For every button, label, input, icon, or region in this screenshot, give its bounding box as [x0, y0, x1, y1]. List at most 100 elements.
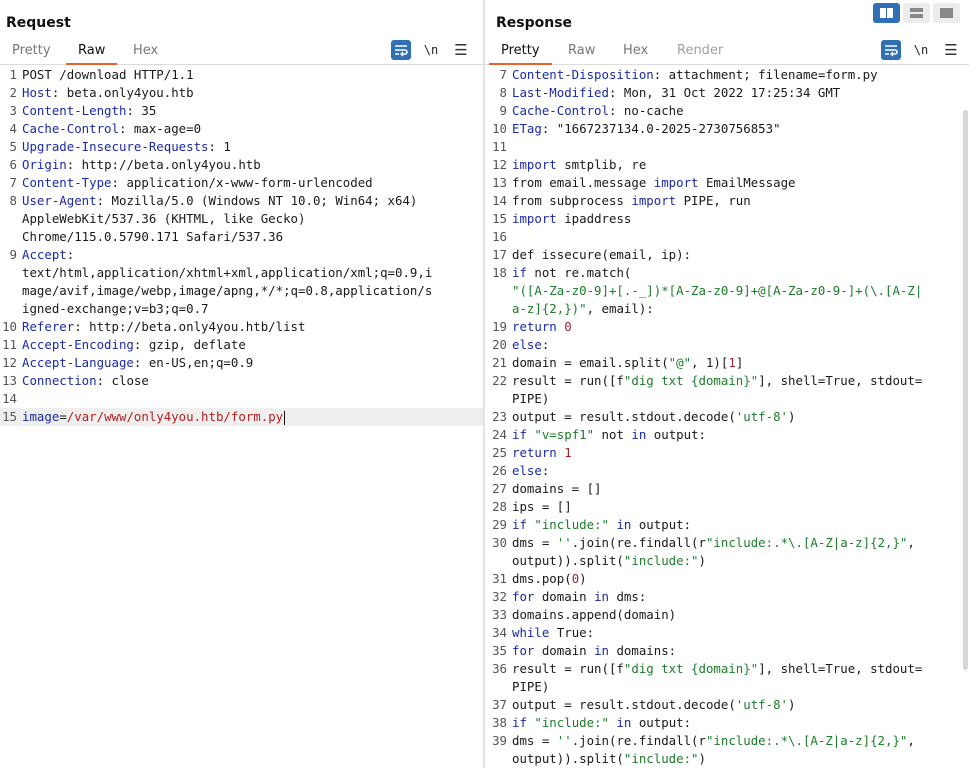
- line-number: 6: [9, 157, 17, 172]
- code-token: ): [698, 751, 706, 766]
- code-line: 14: [0, 390, 483, 408]
- code-token: : gzip, deflate: [133, 337, 246, 352]
- line-text: return 1: [512, 444, 969, 462]
- code-token: "dig txt {domain}": [623, 373, 759, 388]
- line-text: output)).split("include:"): [512, 750, 969, 768]
- line-text: Host: beta.only4you.htb: [22, 84, 483, 102]
- line-number: 37: [492, 697, 507, 712]
- code-token: dms.pop(: [512, 571, 572, 586]
- side-by-side-layout-icon[interactable]: [873, 3, 900, 23]
- line-number: 3: [9, 103, 17, 118]
- line-number: 19: [492, 319, 507, 334]
- code-token: output:: [631, 517, 692, 532]
- line-text: result = run([f"dig txt {domain}"], shel…: [512, 660, 969, 678]
- code-token: Origin: [22, 157, 67, 172]
- code-token: ipaddress: [556, 211, 632, 226]
- code-line: 22 result = run([f"dig txt {domain}"], sh…: [485, 372, 969, 390]
- code-token: not re.match(: [526, 265, 632, 280]
- code-token: :: [541, 337, 550, 352]
- code-line: Chrome/115.0.5790.171 Safari/537.36: [0, 228, 483, 246]
- line-text: import ipaddress: [512, 210, 969, 228]
- code-line: 3 Content-Length: 35: [0, 102, 483, 120]
- code-token: return: [512, 445, 557, 460]
- code-token: Content-Type: [22, 175, 112, 190]
- code-token: igned-exchange;v=b3;q=0.7: [22, 301, 209, 316]
- code-token: : close: [96, 373, 149, 388]
- code-token: domains:: [609, 643, 677, 658]
- line-text: "([A-Za-z0-9]+[.-_])*[A-Za-z0-9]+@[A-Za-…: [512, 282, 969, 300]
- code-line: AppleWebKit/537.36 (KHTML, like Gecko): [0, 210, 483, 228]
- code-line: mage/avif,image/webp,image/apng,*/*;q=0.…: [0, 282, 483, 300]
- code-token: not: [594, 427, 632, 442]
- code-token: "([A-Za-z0-9]+[.-_])*[A-Za-z0-9]+@[A-Za-…: [512, 283, 923, 298]
- line-number: 14: [2, 391, 17, 406]
- newline-toggle-button[interactable]: \n: [912, 40, 930, 60]
- tab-response-pretty[interactable]: Pretty: [489, 44, 552, 65]
- line-number: 39: [492, 733, 507, 748]
- line-number: 32: [492, 589, 507, 604]
- single-pane-layout-icon[interactable]: [933, 3, 960, 23]
- line-text: from subprocess import PIPE, run: [512, 192, 969, 210]
- line-number: 23: [492, 409, 507, 424]
- code-token: in: [594, 589, 609, 604]
- code-token: POST /download HTTP/1.1: [22, 67, 194, 82]
- line-text: a-z]{2,})", email):: [512, 300, 969, 318]
- stacked-layout-icon[interactable]: [903, 3, 930, 23]
- code-line: 16: [485, 228, 969, 246]
- code-token: "include:": [534, 517, 609, 532]
- code-token: ETag: [512, 121, 542, 136]
- code-line: 10 Referer: http://beta.only4you.htb/list: [0, 318, 483, 336]
- response-scrollbar[interactable]: [963, 110, 968, 670]
- code-line: 5 Upgrade-Insecure-Requests: 1: [0, 138, 483, 156]
- line-text: Content-Disposition: attachment; filenam…: [512, 66, 969, 84]
- code-line: 27 domains = []: [485, 480, 969, 498]
- line-number: 1: [9, 67, 17, 82]
- line-text: if "include:" in output:: [512, 714, 969, 732]
- line-number: 35: [492, 643, 507, 658]
- hamburger-menu-icon[interactable]: ☰: [454, 40, 468, 60]
- newline-toggle-button[interactable]: \n: [422, 40, 440, 60]
- line-number: 18: [492, 265, 507, 280]
- line-number: 27: [492, 481, 507, 496]
- code-token: dms =: [512, 733, 557, 748]
- code-token: ): [788, 697, 796, 712]
- line-number: 33: [492, 607, 507, 622]
- line-text: domains.append(domain): [512, 606, 969, 624]
- code-token: : Mon, 31 Oct 2022 17:25:34 GMT: [608, 85, 841, 100]
- wrap-lines-icon[interactable]: [881, 40, 901, 60]
- code-token: Content-Disposition: [512, 67, 654, 82]
- code-token: =: [59, 409, 67, 424]
- code-token: Host: [22, 85, 52, 100]
- line-number: 38: [492, 715, 507, 730]
- line-text: Connection: close: [22, 372, 483, 390]
- code-token: : 1: [208, 139, 231, 154]
- code-token: output)).split(: [512, 751, 624, 766]
- line-number: 30: [492, 535, 507, 550]
- code-line: 6 Origin: http://beta.only4you.htb: [0, 156, 483, 174]
- code-token: if: [512, 265, 527, 280]
- code-token: import: [512, 211, 557, 226]
- code-line: 30 dms = ''.join(re.findall(r"include:.*\…: [485, 534, 969, 552]
- code-line: 33 domains.append(domain): [485, 606, 969, 624]
- wrap-lines-icon[interactable]: [391, 40, 411, 60]
- code-line: output)).split("include:"): [485, 552, 969, 570]
- tab-response-hex[interactable]: Hex: [623, 44, 648, 65]
- code-token: text/html,application/xhtml+xml,applicat…: [22, 265, 433, 280]
- code-token: PIPE): [512, 391, 550, 406]
- code-token: "@": [668, 355, 692, 370]
- line-number: 11: [2, 337, 17, 352]
- tab-response-render[interactable]: Render: [677, 44, 723, 65]
- code-token: PIPE): [512, 679, 550, 694]
- request-editor[interactable]: 1 POST /download HTTP/1.1 2 Host: beta.only…: [0, 66, 483, 768]
- line-text: def issecure(email, ip):: [512, 246, 969, 264]
- line-text: Referer: http://beta.only4you.htb/list: [22, 318, 483, 336]
- tab-request-raw[interactable]: Raw: [66, 44, 118, 65]
- code-line: 2 Host: beta.only4you.htb: [0, 84, 483, 102]
- tab-response-raw[interactable]: Raw: [568, 44, 595, 65]
- response-editor[interactable]: 7 Content-Disposition: attachment; filena…: [485, 66, 969, 768]
- hamburger-menu-icon[interactable]: ☰: [944, 40, 958, 60]
- tab-request-hex[interactable]: Hex: [133, 44, 158, 65]
- line-number: 12: [2, 355, 17, 370]
- tab-request-pretty[interactable]: Pretty: [12, 44, 51, 65]
- code-line: 19 return 0: [485, 318, 969, 336]
